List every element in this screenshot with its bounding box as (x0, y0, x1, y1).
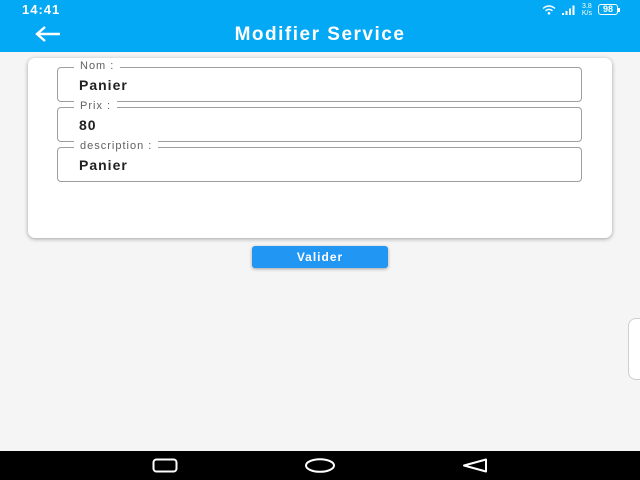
back-triangle-icon[interactable] (462, 458, 488, 473)
description-label: description : (74, 140, 159, 153)
prix-label: Prix : (74, 100, 118, 113)
status-icons: 3.8 K/s 98 (542, 2, 621, 17)
status-bar: 14:41 3.8 K/s 98 (0, 0, 640, 19)
form-card: Nom : Panier Prix : 80 description : Pan… (28, 58, 612, 238)
nom-label: Nom : (74, 60, 121, 73)
wifi-icon (542, 4, 556, 15)
page-title: Modifier Service (234, 24, 406, 45)
status-time: 14:41 (22, 2, 61, 17)
recent-apps-icon[interactable] (152, 458, 178, 473)
battery-level: 98 (602, 4, 613, 14)
app-bar: Modifier Service (0, 19, 640, 52)
battery-icon: 98 (597, 4, 621, 15)
net-speed: 3.8 K/s (582, 3, 592, 17)
edge-panel-handle[interactable] (628, 318, 640, 380)
description-value[interactable]: Panier (79, 157, 128, 173)
home-icon[interactable] (304, 458, 336, 473)
nav-bar (0, 451, 640, 480)
net-speed-unit: K/s (581, 9, 592, 17)
nom-field[interactable]: Nom : Panier (57, 60, 582, 102)
valider-button[interactable]: Valider (252, 246, 388, 268)
description-field[interactable]: description : Panier (57, 140, 582, 182)
prix-value[interactable]: 80 (79, 117, 97, 133)
signal-icon (561, 5, 576, 15)
nom-value[interactable]: Panier (79, 77, 128, 93)
net-speed-value: 3.8 (582, 2, 592, 10)
prix-field[interactable]: Prix : 80 (57, 100, 582, 142)
